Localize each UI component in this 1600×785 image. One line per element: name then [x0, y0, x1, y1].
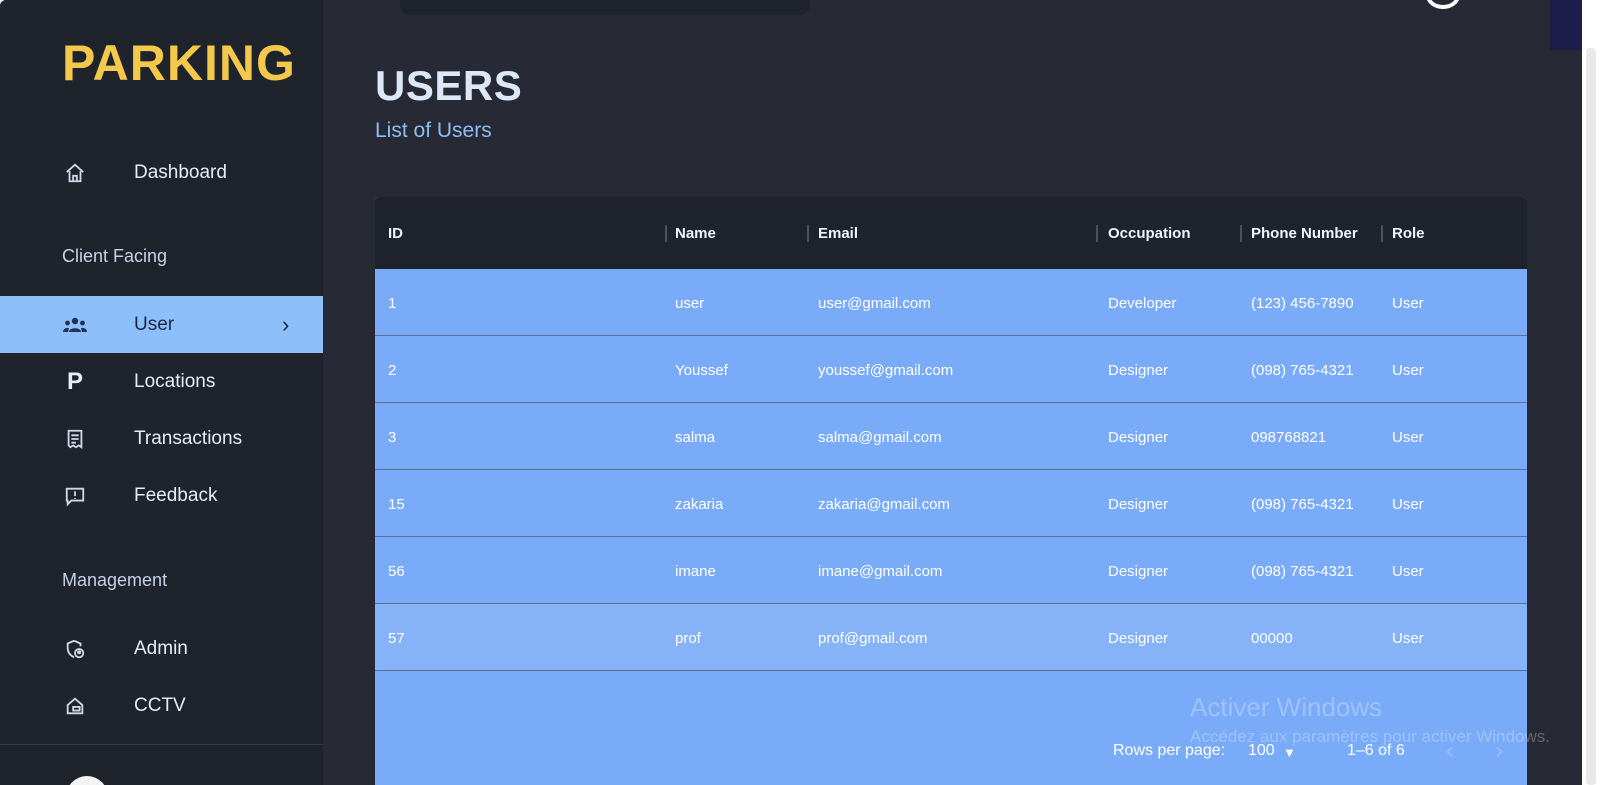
column-header-email[interactable]: Email [818, 225, 858, 242]
cell-id: 57 [388, 630, 405, 647]
cell-phone: (098) 765-4321 [1251, 496, 1354, 513]
sidebar-item-label: CCTV [134, 695, 186, 716]
cell-email: imane@gmail.com [818, 563, 943, 580]
cell-id: 2 [388, 362, 397, 379]
scrollbar-thumb[interactable] [1586, 48, 1596, 785]
cell-occupation: Developer [1108, 295, 1177, 312]
cell-occupation: Designer [1108, 362, 1169, 379]
sidebar: PARKING Dashboard Client Facing User › P… [0, 0, 323, 785]
sidebar-item-transactions[interactable]: Transactions [0, 410, 323, 467]
sidebar-item-label: Transactions [134, 428, 243, 449]
column-header-name[interactable]: Name [675, 225, 716, 242]
users-icon [62, 312, 88, 338]
feedback-icon [62, 483, 88, 509]
table-row[interactable]: 15 zakaria zakaria@gmail.com Designer (098) … [375, 470, 1527, 537]
cell-email: user@gmail.com [818, 295, 931, 312]
chevron-right-icon: › [282, 312, 290, 337]
cell-id: 3 [388, 429, 397, 446]
cell-occupation: Designer [1108, 563, 1169, 580]
cell-name: zakaria [675, 496, 724, 513]
cell-role: User [1392, 295, 1424, 312]
sidebar-item-label: Locations [134, 371, 216, 392]
home-icon [62, 160, 88, 186]
cell-role: User [1392, 496, 1424, 513]
sidebar-item-user[interactable]: User › [0, 296, 323, 353]
column-header-role[interactable]: Role [1392, 225, 1425, 242]
cell-role: User [1392, 630, 1424, 647]
cell-name: imane [675, 563, 716, 580]
cell-id: 56 [388, 563, 405, 580]
cell-phone: 00000 [1251, 630, 1293, 647]
cell-role: User [1392, 563, 1424, 580]
page-title: USERS [375, 62, 523, 109]
app-window: PARKING Dashboard Client Facing User › P… [0, 0, 1582, 785]
column-separator[interactable] [807, 225, 809, 242]
cell-name: salma [675, 429, 716, 446]
cell-name: user [675, 295, 705, 312]
sidebar-item-cctv[interactable]: CCTV [0, 677, 323, 734]
sidebar-item-label: Admin [134, 638, 188, 659]
cell-phone: 098768821 [1251, 429, 1327, 446]
table-header: ID Name Email Occupation Phone Number Ro… [375, 197, 1527, 269]
profile-icon[interactable] [1426, 0, 1460, 9]
cell-occupation: Designer [1108, 429, 1169, 446]
cell-phone: (098) 765-4321 [1251, 563, 1354, 580]
app-logo: PARKING [62, 35, 296, 91]
sidebar-item-feedback[interactable]: Feedback [0, 467, 323, 524]
column-separator[interactable] [1381, 225, 1383, 242]
cell-occupation: Designer [1108, 630, 1169, 647]
cell-role: User [1392, 429, 1424, 446]
sidebar-item-label: User [134, 314, 175, 335]
cell-occupation: Designer [1108, 496, 1169, 513]
column-header-occupation[interactable]: Occupation [1108, 225, 1191, 242]
cell-name: prof [675, 630, 701, 647]
cell-role: User [1392, 362, 1424, 379]
parking-icon: P [66, 368, 83, 395]
receipt-icon [62, 426, 88, 452]
sidebar-divider [0, 744, 323, 745]
cell-email: prof@gmail.com [818, 630, 928, 647]
cctv-icon [62, 693, 88, 719]
column-header-id[interactable]: ID [388, 225, 403, 242]
column-separator[interactable] [665, 225, 667, 242]
table-row[interactable]: 1 user user@gmail.com Developer (123) 456-78… [375, 269, 1527, 336]
table-row[interactable]: 57 prof prof@gmail.com Designer 00000 User [375, 604, 1527, 671]
windows-watermark-title: Activer Windows [1190, 692, 1383, 722]
table-row[interactable]: 3 salma salma@gmail.com Designer 098768821 Us… [375, 403, 1527, 470]
cell-email: salma@gmail.com [818, 429, 942, 446]
cell-id: 15 [388, 496, 405, 513]
cell-phone: (098) 765-4321 [1251, 362, 1354, 379]
cell-name: Youssef [675, 362, 728, 379]
cell-id: 1 [388, 295, 397, 312]
sidebar-item-label: Dashboard [134, 162, 227, 183]
sidebar-item-label: Feedback [134, 485, 218, 506]
column-header-phone[interactable]: Phone Number [1251, 225, 1358, 242]
column-separator[interactable] [1096, 225, 1098, 242]
admin-shield-icon [62, 636, 88, 662]
browser-edge [1550, 0, 1582, 50]
search-bar[interactable] [400, 0, 810, 15]
windows-watermark-text: Accédez aux paramètres pour activer Wind… [1190, 727, 1550, 746]
table-row[interactable]: 2 Youssef youssef@gmail.com Designer (098) 7… [375, 336, 1527, 403]
section-label-management: Management [62, 570, 168, 590]
section-label-client-facing: Client Facing [62, 246, 168, 266]
table-row[interactable]: 56 imane imane@gmail.com Designer (098) 765-… [375, 537, 1527, 604]
page-subtitle: List of Users [375, 119, 492, 142]
avatar[interactable] [66, 776, 108, 785]
cell-email: youssef@gmail.com [818, 362, 954, 379]
cell-email: zakaria@gmail.com [818, 496, 950, 513]
sidebar-item-admin[interactable]: Admin [0, 620, 323, 677]
sidebar-item-locations[interactable]: P Locations [0, 353, 323, 410]
column-separator[interactable] [1240, 225, 1242, 242]
cell-phone: (123) 456-7890 [1251, 295, 1354, 312]
sidebar-item-dashboard[interactable]: Dashboard [0, 144, 323, 201]
